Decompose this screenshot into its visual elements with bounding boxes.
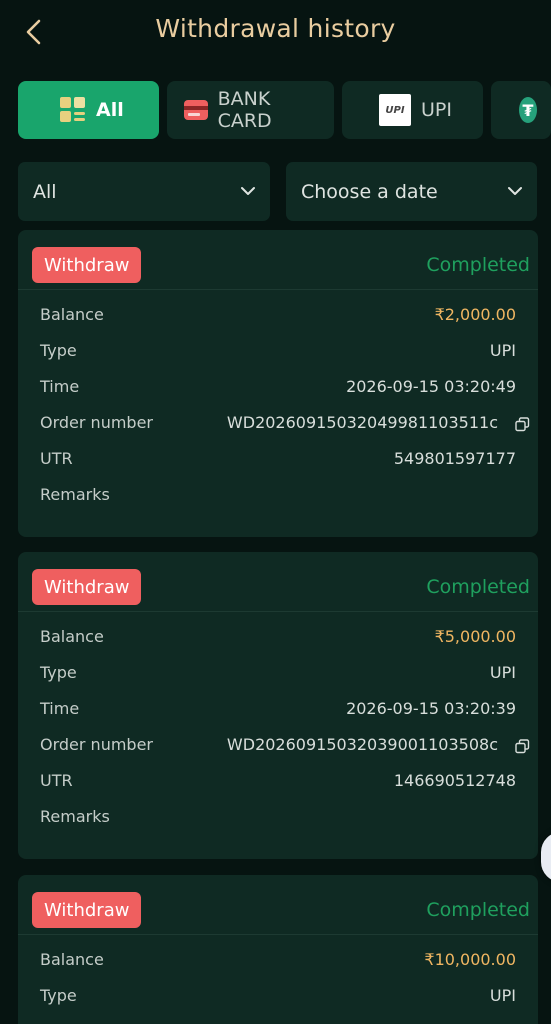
remarks-label: Remarks: [40, 807, 110, 826]
usdt-icon: ₮: [519, 97, 537, 123]
order-number-label: Order number: [40, 413, 153, 432]
balance-row: Balance ₹2,000.00: [18, 296, 538, 332]
tab-all-label: All: [96, 99, 124, 121]
date-filter-placeholder: Choose a date: [301, 180, 438, 203]
order-number-label: Order number: [40, 735, 153, 754]
utr-row: UTR 146690512748: [18, 762, 538, 798]
status-label: Completed: [426, 899, 530, 921]
utr-label: UTR: [40, 771, 73, 790]
utr-row: UTR 549801597177: [18, 440, 538, 476]
type-row: Type UPI: [18, 977, 538, 1013]
tab-upi-label: UPI: [421, 99, 452, 121]
order-number-row: Order number WD20260915032049981103511c: [18, 404, 538, 440]
order-number-value: WD20260915032049981103511c: [226, 413, 498, 432]
type-row: Type UPI: [18, 332, 538, 368]
type-label: Type: [40, 341, 77, 360]
upi-icon: UPI: [379, 94, 411, 126]
balance-label: Balance: [40, 950, 104, 969]
tab-usdt[interactable]: ₮: [491, 81, 551, 139]
page-title: Withdrawal history: [155, 14, 396, 43]
utr-value: 549801597177: [393, 449, 516, 468]
type-filter-value: All: [33, 180, 57, 203]
upi-logo-text: UPI: [385, 104, 405, 116]
time-row: Time 2026-09-15 03:20:39: [18, 690, 538, 726]
order-number-row: Order number WD20260915032039001103508c: [18, 726, 538, 762]
order-number-value: WD20260915032039001103508c: [226, 735, 498, 754]
time-label: Time: [40, 377, 80, 396]
usdt-logo-text: ₮: [522, 100, 534, 120]
type-row: Type UPI: [18, 654, 538, 690]
grid-icon: [60, 97, 86, 123]
withdrawal-history-page: Withdrawal history All BANK CARD UPI UPI…: [0, 0, 551, 1024]
balance-value: ₹2,000.00: [434, 305, 516, 324]
utr-value: 146690512748: [393, 771, 516, 790]
type-badge: Withdraw: [32, 247, 142, 283]
balance-label: Balance: [40, 627, 104, 646]
bank-card-icon: [184, 100, 208, 120]
time-label: Time: [40, 699, 80, 718]
balance-row: Balance ₹5,000.00: [18, 618, 538, 654]
remarks-row: Remarks: [18, 798, 538, 834]
type-filter-select[interactable]: All: [18, 162, 270, 221]
withdrawal-record-card: Withdraw Completed Balance ₹2,000.00 Typ…: [18, 230, 538, 537]
tab-bank-card-label: BANK CARD: [217, 88, 272, 132]
balance-label: Balance: [40, 305, 104, 324]
remarks-label: Remarks: [40, 485, 110, 504]
type-label: Type: [40, 663, 77, 682]
balance-value: ₹10,000.00: [424, 950, 516, 969]
status-label: Completed: [426, 576, 530, 598]
balance-row: Balance ₹10,000.00: [18, 941, 538, 977]
utr-label: UTR: [40, 449, 73, 468]
tab-upi[interactable]: UPI UPI: [342, 81, 483, 139]
time-row: Time 2026-09-15 03:20:49: [18, 368, 538, 404]
date-filter-select[interactable]: Choose a date: [286, 162, 537, 221]
floating-support-button[interactable]: [541, 832, 551, 882]
time-value: 2026-09-15 03:20:49: [346, 377, 516, 396]
type-badge: Withdraw: [32, 569, 142, 605]
payment-method-tabs: All BANK CARD UPI UPI ₮: [18, 81, 551, 141]
type-value: UPI: [489, 986, 516, 1005]
tab-all[interactable]: All: [18, 81, 159, 139]
chevron-down-icon: [241, 187, 255, 195]
copy-icon[interactable]: [515, 417, 530, 432]
withdrawal-record-card: Withdraw Completed Balance ₹10,000.00 Ty…: [18, 875, 538, 1024]
type-label: Type: [40, 986, 77, 1005]
balance-value: ₹5,000.00: [434, 627, 516, 646]
type-value: UPI: [489, 663, 516, 682]
withdrawal-record-card: Withdraw Completed Balance ₹5,000.00 Typ…: [18, 552, 538, 859]
chevron-down-icon: [508, 187, 522, 195]
type-badge: Withdraw: [32, 892, 142, 928]
tab-bank-card[interactable]: BANK CARD: [167, 81, 334, 139]
header: Withdrawal history: [0, 0, 551, 62]
type-value: UPI: [489, 341, 516, 360]
time-value: 2026-09-15 03:20:39: [346, 699, 516, 718]
remarks-row: Remarks: [18, 476, 538, 512]
copy-icon[interactable]: [515, 739, 530, 754]
status-label: Completed: [426, 254, 530, 276]
